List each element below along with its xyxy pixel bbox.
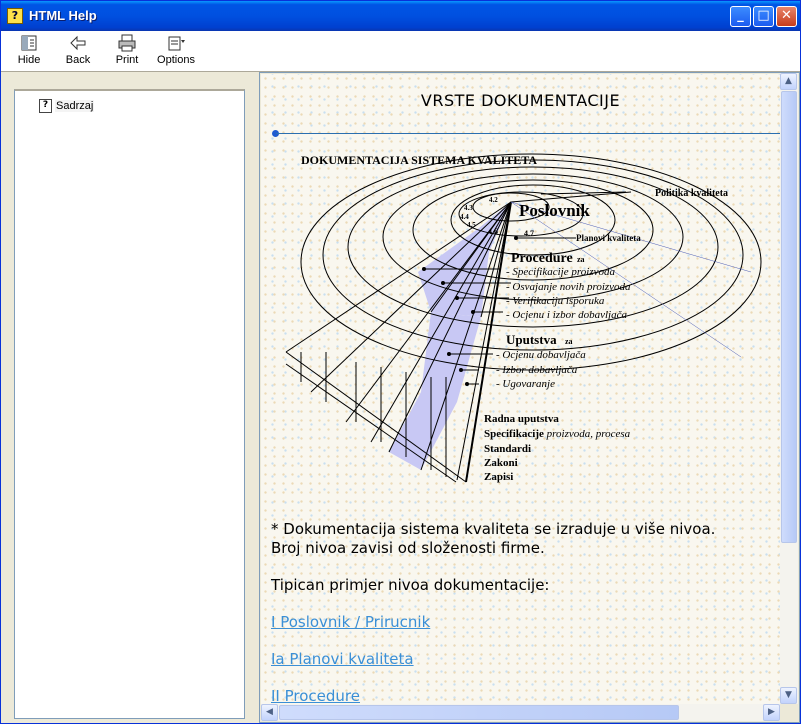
pane-splitter[interactable] <box>251 72 259 722</box>
label-46: 4.6 <box>488 227 498 236</box>
paragraph-typical: Tipican primjer nivoa dokumentacije: <box>271 576 550 594</box>
label-poslovnik: Poslovnik <box>519 201 590 220</box>
up-item-3: - Ugovaranje <box>496 378 555 390</box>
vertical-scrollbar[interactable]: ▲ ▼ <box>780 73 798 705</box>
scroll-right-arrow-icon[interactable]: ▶ <box>763 704 780 721</box>
label-zapisi: Zapisi <box>484 471 513 483</box>
horizontal-rule <box>276 133 780 134</box>
window-title: HTML Help <box>29 8 97 23</box>
label-42: 4.2 <box>489 196 498 204</box>
label-uputstva: Uputstva <box>506 332 557 347</box>
tree-item-sadrzaj[interactable]: ? Sadrzaj <box>39 99 95 114</box>
contents-tree[interactable]: ? Sadrzaj <box>14 89 245 719</box>
printer-icon <box>104 33 150 53</box>
label-procedure: Procedure <box>511 251 573 266</box>
documentation-diagram: DOKUMENTACIJA SISTEMA KVALITETA Politika… <box>285 153 762 483</box>
maximize-button[interactable]: □ <box>753 6 774 27</box>
vertical-scroll-thumb[interactable] <box>781 91 797 543</box>
link-planovi[interactable]: Ia Planovi kvaliteta <box>271 650 414 669</box>
link-poslovnik[interactable]: I Poslovnik / Prirucnik <box>271 613 430 632</box>
paragraph-line-2: Broj nivoa zavisi od složenosti firme. <box>271 539 545 557</box>
tree-item-label: Sadrzaj <box>55 100 95 112</box>
proc-item-1: - Specifikacije proizvoda <box>506 266 615 278</box>
label-planovi: Planovi kvaliteta <box>576 233 641 243</box>
toolbar: Hide Back Print Options <box>1 31 800 72</box>
scroll-up-arrow-icon[interactable]: ▲ <box>780 73 797 90</box>
html-help-window: ? HTML Help _ □ ✕ Hide Back Print Option… <box>0 0 801 724</box>
back-label: Back <box>65 54 91 66</box>
minimize-button[interactable]: _ <box>730 6 751 27</box>
up-item-2: - Izbor dobavljača <box>496 364 578 376</box>
spec-bold: Specifikacije <box>484 428 544 440</box>
topic-content: VRSTE DOKUMENTACIJE DOKUMENTACIJA SISTEM… <box>261 74 780 704</box>
back-button[interactable]: Back <box>55 33 101 69</box>
options-button[interactable]: Options <box>153 33 199 69</box>
proc-item-2: - Osvajanje novih proizvoda <box>506 281 631 293</box>
close-button[interactable]: ✕ <box>776 6 797 27</box>
label-45: 4.5 <box>467 221 476 229</box>
page-title: VRSTE DOKUMENTACIJE <box>420 91 621 110</box>
help-app-icon: ? <box>7 8 23 24</box>
hide-icon <box>6 33 52 53</box>
label-44: 4.4 <box>460 213 469 221</box>
options-icon <box>153 33 199 53</box>
scroll-down-arrow-icon[interactable]: ▼ <box>780 687 797 704</box>
label-zakoni: Zakoni <box>484 457 518 469</box>
title-bar[interactable]: ? HTML Help _ □ ✕ <box>1 1 800 31</box>
spec-italic: proizvoda, procesa <box>544 428 631 440</box>
hide-label: Hide <box>17 54 41 66</box>
navigation-pane: ? Sadrzaj <box>7 81 251 721</box>
label-politika: Politika kvaliteta <box>655 188 728 199</box>
paragraph-line-1: * Dokumentacija sistema kvaliteta se izr… <box>271 520 716 538</box>
hide-button[interactable]: Hide <box>6 33 52 69</box>
diagram-title: DOKUMENTACIJA SISTEMA KVALITETA <box>301 153 537 167</box>
label-procedure-za: za <box>577 255 585 264</box>
label-uputstva-za: za <box>565 337 573 346</box>
horizontal-scrollbar[interactable]: ◀ ▶ <box>261 704 780 721</box>
back-arrow-icon <box>55 33 101 53</box>
proc-item-4: - Ocjenu i izbor dobavljača <box>506 309 627 321</box>
label-47: 4.7 <box>524 229 534 238</box>
link-procedure[interactable]: II Procedure <box>271 687 360 704</box>
label-specifikacije: Specifikacije proizvoda, procesa <box>484 428 631 440</box>
print-button[interactable]: Print <box>104 33 150 69</box>
scroll-left-arrow-icon[interactable]: ◀ <box>261 704 278 721</box>
up-item-1: - Ocjenu dobavljača <box>496 349 586 361</box>
help-page-icon: ? <box>39 99 52 114</box>
horizontal-scroll-thumb[interactable] <box>279 705 679 720</box>
print-label: Print <box>115 54 139 66</box>
scroll-corner <box>780 704 798 721</box>
label-standardi: Standardi <box>484 443 531 455</box>
proc-item-3: - Verifikaciju isporuka <box>506 295 605 307</box>
label-43: 4.3 <box>464 204 473 212</box>
label-radna: Radna uputstva <box>484 413 559 425</box>
topic-pane: VRSTE DOKUMENTACIJE DOKUMENTACIJA SISTEM… <box>259 72 800 723</box>
options-label: Options <box>157 54 195 66</box>
